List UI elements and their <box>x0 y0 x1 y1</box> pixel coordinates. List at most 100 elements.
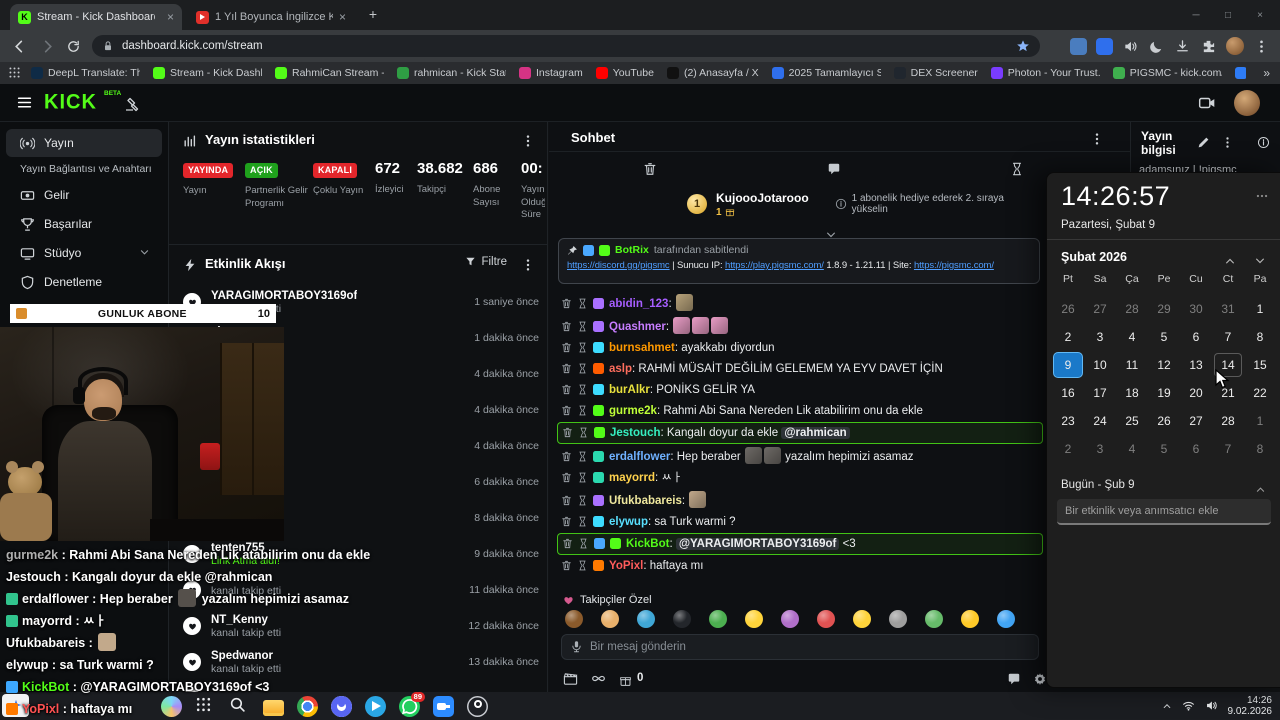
message-timeout-icon[interactable] <box>577 495 588 507</box>
chat-username[interactable]: YoPixl <box>609 560 643 572</box>
calendar-date[interactable]: 7 <box>1212 323 1244 351</box>
message-timeout-icon[interactable] <box>577 405 588 417</box>
message-timeout-icon[interactable] <box>577 321 588 333</box>
tray-overflow-chevron-icon[interactable] <box>1162 697 1172 715</box>
infinity-icon[interactable] <box>591 670 606 688</box>
tab-close-icon[interactable]: × <box>167 10 174 24</box>
browser-menu-kebab-icon[interactable] <box>1253 38 1270 55</box>
message-trash-icon[interactable] <box>561 321 572 333</box>
calendar-month-label[interactable]: Şubat 2026 <box>1061 250 1127 264</box>
taskbar-app-obs[interactable] <box>466 695 489 718</box>
minimize-icon[interactable]: ─ <box>1180 10 1212 21</box>
clips-icon[interactable] <box>563 670 578 688</box>
message-timeout-icon[interactable] <box>577 342 588 354</box>
emote-icon[interactable] <box>961 610 979 628</box>
stream-info-info-icon[interactable] <box>1257 134 1270 152</box>
emote-icon[interactable] <box>781 610 799 628</box>
calendar-date[interactable]: 13 <box>1180 351 1212 379</box>
emote-icon[interactable] <box>817 610 835 628</box>
calendar-date[interactable]: 12 <box>1148 351 1180 379</box>
kick-logo[interactable]: KICK <box>44 90 97 114</box>
message-timeout-icon[interactable] <box>577 560 588 572</box>
message-trash-icon[interactable] <box>561 363 572 375</box>
calendar-date[interactable]: 28 <box>1212 407 1244 435</box>
calendar-date[interactable]: 16 <box>1052 379 1084 407</box>
extensions-puzzle-icon[interactable] <box>1200 38 1217 55</box>
bookmark-star-icon[interactable] <box>1016 37 1030 55</box>
apps-grid-icon[interactable] <box>8 64 21 82</box>
sidebar-item-ba-ar-lar[interactable]: Başarılar <box>6 210 162 238</box>
bookmarks-overflow-icon[interactable]: » <box>1263 66 1270 80</box>
moderation-gavel-icon[interactable] <box>124 95 140 113</box>
bookmark-item[interactable]: rahmican - Kick Stat... <box>397 67 506 79</box>
chat-username[interactable]: abidin_123 <box>609 298 668 310</box>
calendar-prev-chevron-icon[interactable] <box>1224 252 1236 270</box>
bookmark-item[interactable]: Stream - Kick Dashb... <box>153 67 262 79</box>
close-icon[interactable]: × <box>1244 10 1276 21</box>
sidebar-item-yay-n-ba-lant-s-ve-anahtar[interactable]: Yayın Bağlantısı ve Anahtarı <box>6 158 162 180</box>
forward-icon[interactable] <box>40 38 55 56</box>
pinned-message[interactable]: BotRix tarafından sabitlendi https://dis… <box>558 238 1040 284</box>
calendar-date[interactable]: 17 <box>1084 379 1116 407</box>
chat-username[interactable]: Jestouch <box>610 427 661 439</box>
user-avatar[interactable] <box>1234 90 1260 116</box>
chat-username[interactable]: aslp <box>609 363 632 375</box>
webcam-overlay-window[interactable] <box>0 327 284 541</box>
mic-icon[interactable] <box>570 638 583 656</box>
tab-kick-dashboard[interactable]: K Stream - Kick Dashboard × <box>10 4 182 30</box>
message-timeout-icon[interactable] <box>577 363 588 375</box>
bookmark-item[interactable]: YouTube <box>595 67 654 79</box>
message-trash-icon[interactable] <box>561 342 572 354</box>
tray-clock[interactable]: 14:26 9.02.2026 <box>1228 695 1273 717</box>
address-bar[interactable]: dashboard.kick.com/stream <box>92 35 1040 57</box>
extension-icon[interactable] <box>1070 37 1087 55</box>
bookmark-item[interactable]: uxento <box>1234 67 1246 79</box>
message-trash-icon[interactable] <box>561 560 572 572</box>
bookmark-item[interactable]: 2025 Tamamlayıcı S... <box>771 67 881 79</box>
calendar-date[interactable]: 7 <box>1212 435 1244 463</box>
stream-clip-icon[interactable] <box>1198 94 1216 112</box>
calendar-date[interactable]: 5 <box>1148 323 1180 351</box>
event-reminder-input[interactable] <box>1065 505 1263 517</box>
calendar-date[interactable]: 4 <box>1116 435 1148 463</box>
slow-mode-hourglass-icon[interactable] <box>1010 160 1024 178</box>
sidebar-item-denetleme[interactable]: Denetleme <box>6 268 162 296</box>
emote-icon[interactable] <box>673 610 691 628</box>
flyout-more-icon[interactable] <box>1253 190 1271 203</box>
chat-username[interactable]: KickBot <box>626 538 669 550</box>
dark-mode-extension-icon[interactable] <box>1148 38 1165 55</box>
chat-username[interactable]: Ufukbabareis <box>609 495 682 507</box>
calendar-date[interactable]: 23 <box>1052 407 1084 435</box>
bookmark-item[interactable]: (2) Anasayfa / X <box>666 67 759 79</box>
message-trash-icon[interactable] <box>561 472 572 484</box>
message-trash-icon[interactable] <box>561 405 572 417</box>
calendar-date[interactable]: 3 <box>1084 323 1116 351</box>
downloads-icon[interactable] <box>1174 38 1191 55</box>
emote-icon[interactable] <box>565 610 583 628</box>
calendar-date[interactable]: 8 <box>1244 435 1276 463</box>
chat-username[interactable]: erdalflower <box>609 451 670 463</box>
message-trash-icon[interactable] <box>561 298 572 310</box>
calendar-date[interactable]: 27 <box>1180 407 1212 435</box>
browser-profile-avatar[interactable] <box>1226 37 1244 55</box>
message-trash-icon[interactable] <box>561 384 572 396</box>
chat-username[interactable]: burnsahmet <box>609 342 675 354</box>
activity-menu-kebab-icon[interactable] <box>521 256 535 274</box>
message-trash-icon[interactable] <box>561 516 572 528</box>
calendar-date[interactable]: 2 <box>1052 323 1084 351</box>
chat-message-input[interactable] <box>590 641 1030 653</box>
message-timeout-icon[interactable] <box>578 427 589 439</box>
chat-username[interactable]: mayorrd <box>609 472 655 484</box>
calendar-date[interactable]: 11 <box>1116 351 1148 379</box>
clear-chat-trash-icon[interactable] <box>643 160 657 178</box>
bookmark-item[interactable]: Instagram <box>519 67 583 79</box>
calendar-date-selected[interactable]: 9 <box>1054 353 1082 377</box>
filter-button[interactable]: Filtre <box>465 256 507 268</box>
chat-input-wrapper[interactable] <box>561 634 1039 660</box>
emote-icon[interactable] <box>745 610 763 628</box>
calendar-date[interactable]: 3 <box>1084 435 1116 463</box>
sidebar-item-st-dyo[interactable]: Stüdyo <box>6 239 162 267</box>
calendar-date[interactable]: 5 <box>1148 435 1180 463</box>
calendar-date[interactable]: 6 <box>1180 435 1212 463</box>
message-timeout-icon[interactable] <box>577 384 588 396</box>
